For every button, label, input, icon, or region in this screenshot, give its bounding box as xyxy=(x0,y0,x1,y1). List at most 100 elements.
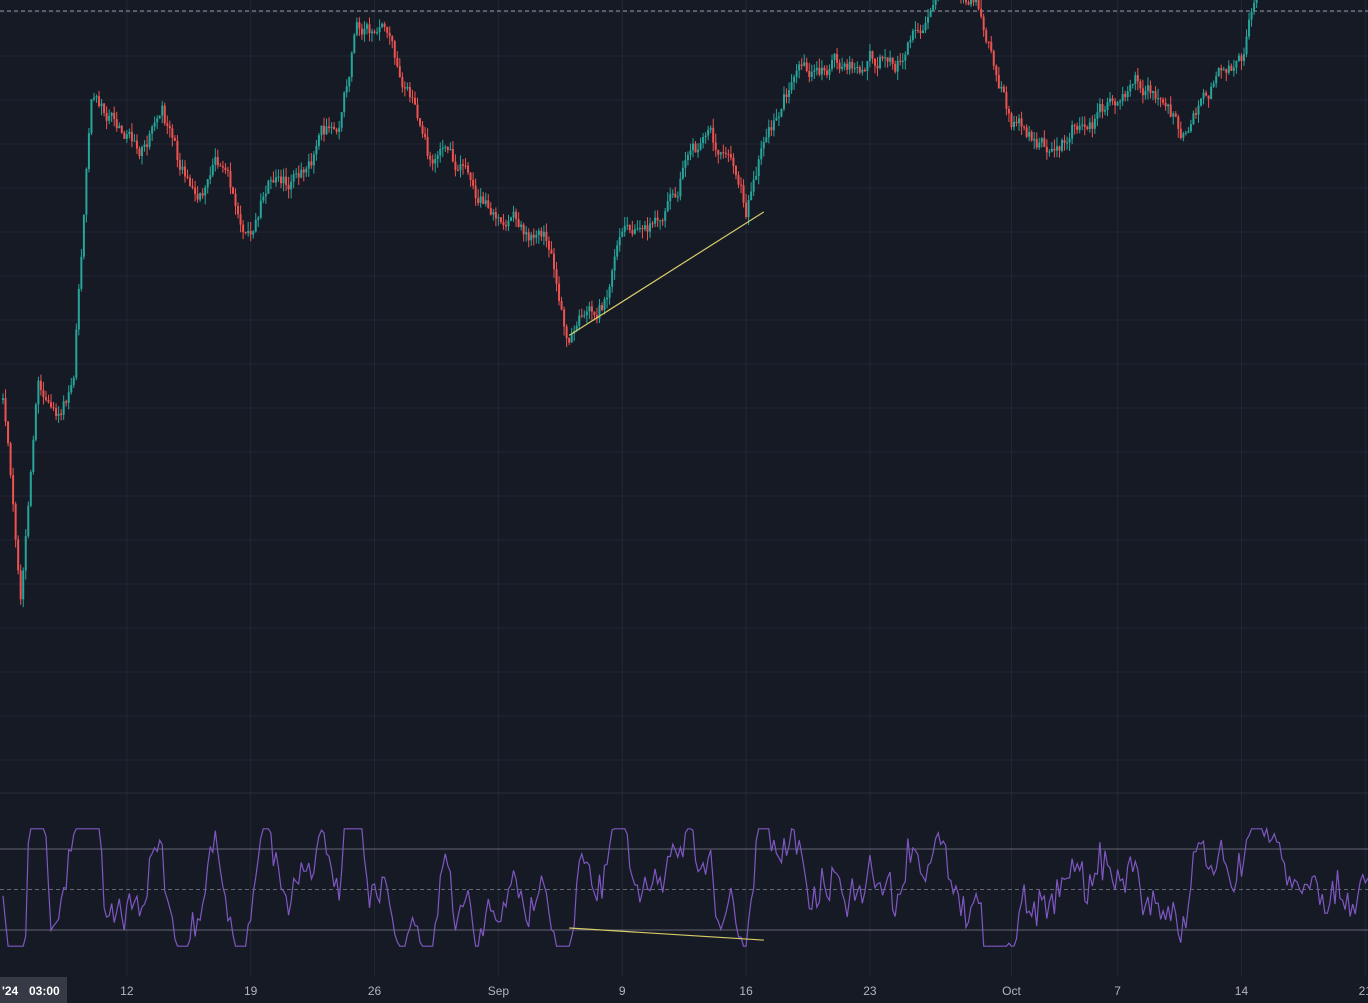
candle-body xyxy=(373,31,376,33)
candle-body xyxy=(340,112,343,128)
candle-body xyxy=(44,397,47,400)
candle-body xyxy=(411,97,414,99)
candle-body xyxy=(130,131,133,142)
candle-body xyxy=(1012,121,1015,128)
candle-body xyxy=(120,125,123,133)
candle-body xyxy=(535,234,538,238)
candle-body xyxy=(676,196,679,198)
candle-body xyxy=(1172,113,1175,117)
candle-body xyxy=(317,135,320,146)
candle-body xyxy=(924,22,927,31)
candle-body xyxy=(995,65,998,75)
candle-body xyxy=(128,131,131,135)
candle-body xyxy=(722,152,725,154)
candle-body xyxy=(537,230,540,235)
candle-body xyxy=(360,28,363,35)
candle-body xyxy=(1028,131,1031,137)
candle-body xyxy=(906,42,909,55)
candle-body xyxy=(1197,105,1200,115)
candle-body xyxy=(1078,125,1081,130)
candle-body xyxy=(1240,55,1243,61)
candle-body xyxy=(237,206,240,215)
cursor-time-label: '24 xyxy=(2,984,19,998)
candle-body xyxy=(489,208,492,215)
candle-body xyxy=(1076,126,1079,130)
candle-body xyxy=(413,97,416,105)
candle-body xyxy=(1146,85,1149,91)
candle-body xyxy=(330,126,333,128)
candle-body xyxy=(1063,140,1066,143)
candle-body xyxy=(1250,11,1253,20)
candle-body xyxy=(42,390,45,398)
candle-body xyxy=(818,67,821,75)
candle-body xyxy=(873,58,876,66)
candle-body xyxy=(456,170,459,172)
candle-body xyxy=(800,64,803,66)
candle-body xyxy=(1010,113,1013,128)
candle-body xyxy=(90,99,93,134)
candle-body xyxy=(717,149,720,155)
candle-body xyxy=(904,54,907,61)
candle-body xyxy=(1025,127,1028,137)
candle-body xyxy=(158,115,161,119)
candle-body xyxy=(494,212,497,219)
candle-body xyxy=(47,399,50,403)
candle-body xyxy=(863,69,866,72)
candle-body xyxy=(1058,146,1061,151)
candle-body xyxy=(55,408,58,417)
candle-body xyxy=(876,65,879,69)
candle-body xyxy=(1005,92,1008,109)
candle-body xyxy=(257,217,260,220)
candle-body xyxy=(108,115,111,121)
candle-body xyxy=(697,149,700,153)
cursor-time-value: 03:00 xyxy=(29,984,60,998)
candle-body xyxy=(502,222,505,226)
candle-body xyxy=(1136,75,1139,82)
candle-body xyxy=(709,127,712,130)
candle-body xyxy=(282,176,285,184)
candle-body xyxy=(982,16,985,31)
candle-body xyxy=(1121,93,1124,102)
candle-body xyxy=(504,225,507,227)
candle-body xyxy=(305,168,308,173)
candle-body xyxy=(204,187,207,196)
candle-body xyxy=(50,402,53,408)
time-axis-label: 12 xyxy=(120,984,134,998)
candle-body xyxy=(239,214,242,225)
candle-body xyxy=(1073,124,1076,127)
candle-body xyxy=(565,326,568,339)
candle-body xyxy=(1007,108,1010,114)
candle-body xyxy=(85,168,88,215)
candle-body xyxy=(355,22,358,35)
candle-body xyxy=(95,96,98,98)
candle-body xyxy=(484,200,487,204)
candle-body xyxy=(1035,139,1038,148)
candle-body xyxy=(664,211,667,221)
candle-body xyxy=(151,126,154,134)
candle-body xyxy=(166,123,169,126)
candle-body xyxy=(669,194,672,202)
candle-body xyxy=(777,116,780,118)
candle-body xyxy=(633,229,636,234)
candle-body xyxy=(57,413,60,417)
candle-body xyxy=(568,338,571,343)
candle-body xyxy=(37,380,40,405)
candle-body xyxy=(1253,2,1256,12)
candle-body xyxy=(1116,102,1119,106)
chart-background xyxy=(0,0,1368,1003)
chart-canvas[interactable]: 12 19 26 Sep 9 16 23 Oct 7 14 21 '24 03:00 xyxy=(0,0,1368,1003)
candle-body xyxy=(148,133,151,147)
candle-body xyxy=(729,154,732,158)
candle-body xyxy=(606,297,609,300)
candle-body xyxy=(886,57,889,62)
candle-body xyxy=(934,0,937,5)
candle-body xyxy=(482,196,485,204)
candle-body xyxy=(1083,124,1086,127)
candle-body xyxy=(401,76,404,88)
candle-body xyxy=(451,149,454,162)
candle-body xyxy=(371,31,374,34)
candle-body xyxy=(454,161,457,171)
candle-body xyxy=(1212,83,1215,87)
candle-body xyxy=(12,475,15,505)
candle-body xyxy=(1159,98,1162,100)
